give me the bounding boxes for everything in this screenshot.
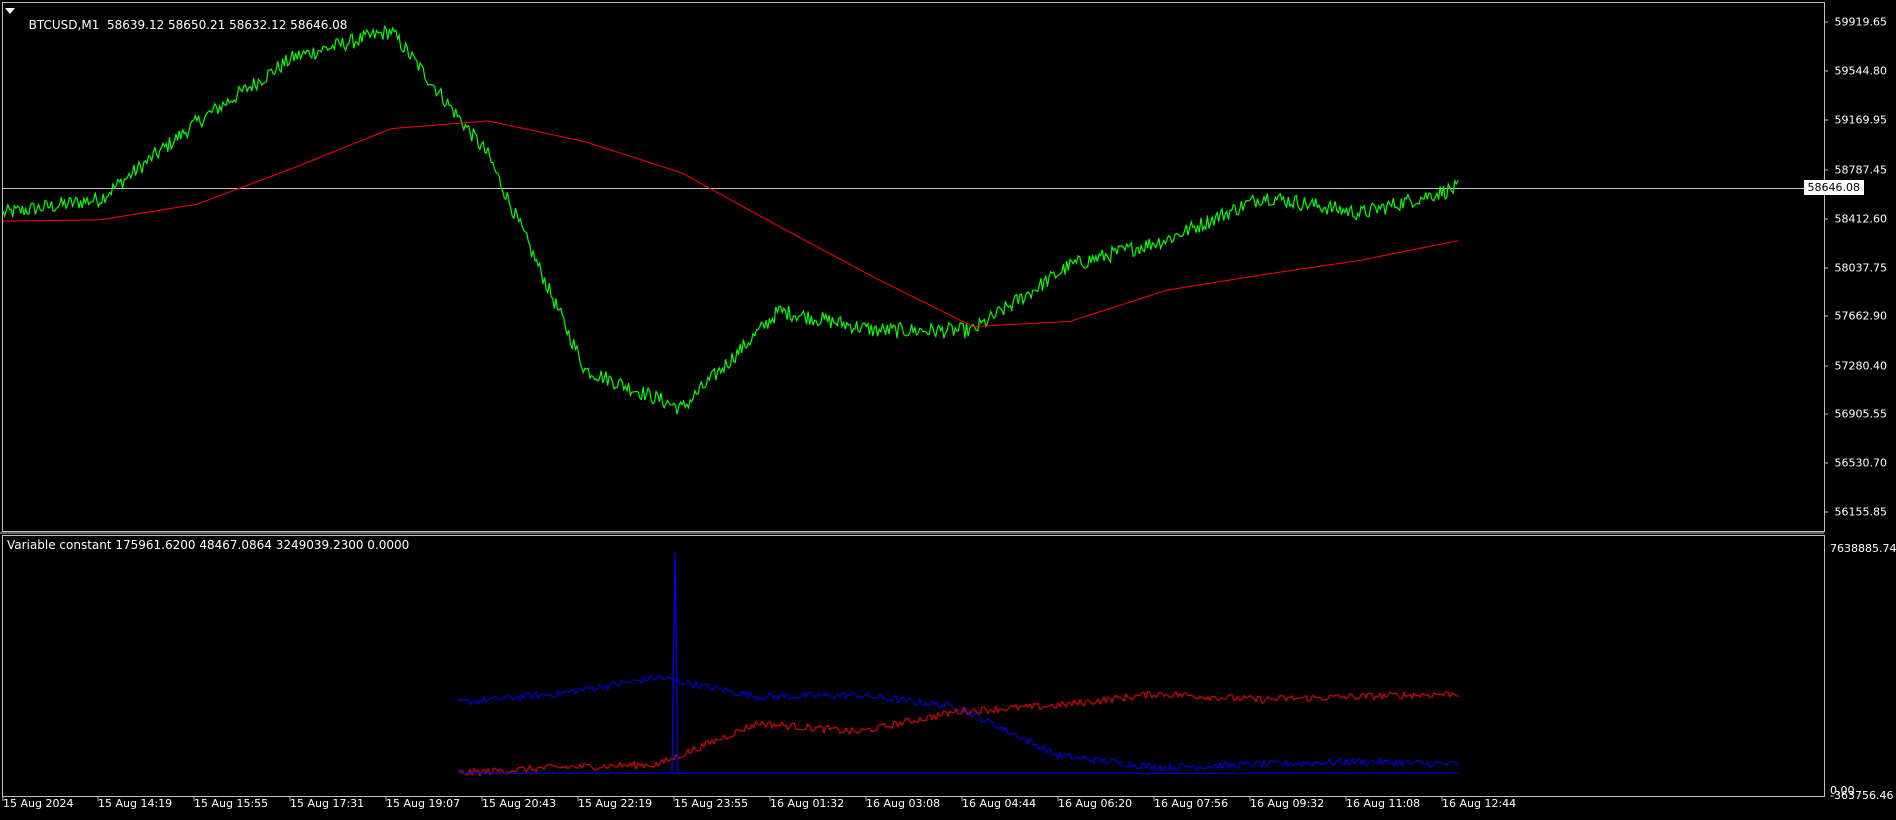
time-tick-label: 16 Aug 11:08 — [1346, 797, 1421, 810]
price-tick-label: 59169.95 — [1834, 113, 1888, 127]
indicator-spike — [671, 552, 679, 774]
time-tick-label: 15 Aug 2024 — [3, 797, 74, 810]
time-tick-label: 15 Aug 19:07 — [386, 797, 461, 810]
price-line — [2, 24, 1459, 415]
time-tick-label: 15 Aug 20:43 — [482, 797, 557, 810]
time-tick-label: 16 Aug 07:56 — [1154, 797, 1229, 810]
price-tick-label: 57280.40 — [1834, 359, 1888, 373]
indicator-tick-label: -363756.46 — [1830, 789, 1894, 802]
indicator-tick-label: 7638885.74 — [1830, 542, 1896, 555]
time-tick-label: 15 Aug 23:55 — [674, 797, 749, 810]
price-tick-label: 58787.45 — [1834, 163, 1888, 177]
main-pane-border — [2, 2, 1825, 532]
time-tick-label: 16 Aug 04:44 — [962, 797, 1037, 810]
symbol-timeframe: BTCUSD,M1 — [28, 18, 100, 32]
time-tick-label: 15 Aug 14:19 — [98, 797, 173, 810]
time-tick-label: 15 Aug 15:55 — [194, 797, 269, 810]
current-price-marker: 58646.08 — [1803, 180, 1864, 195]
indicator-pane-border — [2, 535, 1825, 797]
moving-average-line — [3, 120, 1459, 328]
chart-title: BTCUSD,M1 58639.12 58650.21 58632.12 586… — [21, 4, 348, 32]
moving-average-series — [3, 120, 1459, 328]
price-tick-label: 56155.85 — [1834, 505, 1888, 519]
time-tick-label: 15 Aug 22:19 — [578, 797, 653, 810]
price-tick-label: 59919.65 — [1834, 15, 1888, 29]
time-tick-label: 16 Aug 03:08 — [866, 797, 941, 810]
price-series — [2, 24, 1459, 415]
time-tick-label: 16 Aug 01:32 — [770, 797, 845, 810]
price-tick-label: 57662.90 — [1834, 309, 1888, 323]
indicator-title: Variable constant 175961.6200 48467.0864… — [7, 538, 410, 552]
price-tick-label: 56905.55 — [1834, 407, 1888, 421]
time-tick-label: 16 Aug 06:20 — [1058, 797, 1133, 810]
indicator-series — [457, 552, 1459, 777]
chart-menu-arrow-icon[interactable] — [5, 8, 15, 14]
indicator-blue-line — [457, 674, 1459, 773]
price-tick-label: 58037.75 — [1834, 261, 1888, 275]
time-tick-label: 16 Aug 09:32 — [1250, 797, 1325, 810]
price-tick-label: 56530.70 — [1834, 456, 1888, 470]
price-tick-label: 59544.80 — [1834, 64, 1888, 78]
time-tick-label: 16 Aug 12:44 — [1442, 797, 1517, 810]
chart-canvas[interactable] — [0, 0, 1896, 820]
time-tick-label: 15 Aug 17:31 — [290, 797, 365, 810]
ohlc-values: 58639.12 58650.21 58632.12 58646.08 — [106, 18, 348, 32]
price-tick-label: 58412.60 — [1834, 212, 1888, 226]
